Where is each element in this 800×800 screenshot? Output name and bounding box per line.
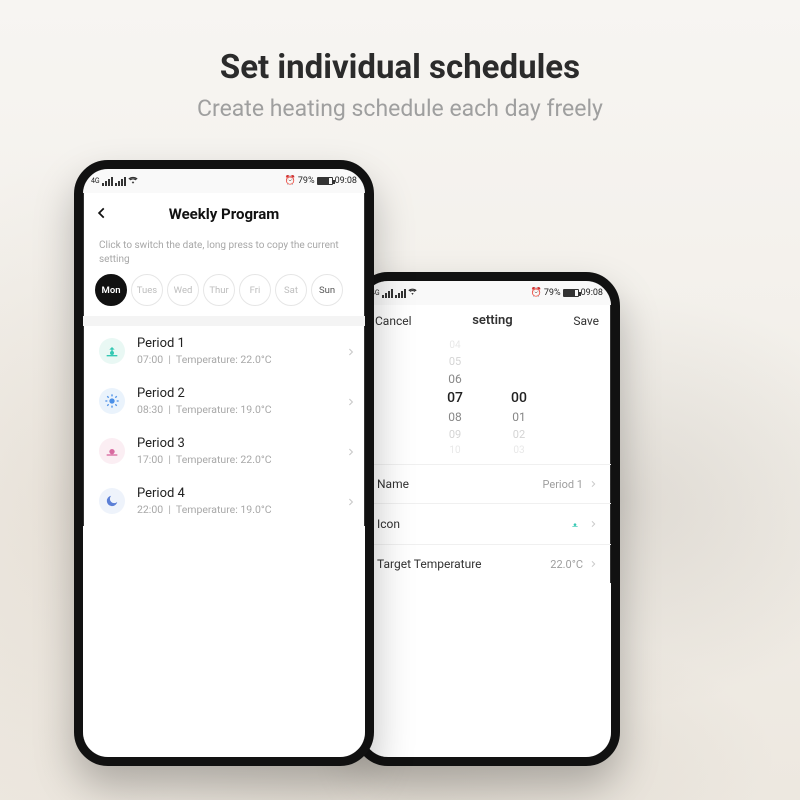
phone-period-setting: 4G ⏰ 79% 09:08 Cancel setting Save 04 05… bbox=[354, 272, 620, 766]
sunset-icon bbox=[99, 438, 125, 464]
wifi-icon bbox=[408, 288, 417, 298]
wifi-icon bbox=[128, 176, 138, 187]
page-title: Weekly Program bbox=[169, 205, 280, 223]
row-value: Period 1 bbox=[543, 478, 584, 491]
signal-bars-icon bbox=[382, 289, 393, 298]
save-button[interactable]: Save bbox=[573, 314, 599, 328]
modal-title: setting bbox=[472, 313, 512, 328]
chevron-right-icon bbox=[589, 478, 597, 491]
section-gap bbox=[83, 316, 365, 326]
modal-header: Cancel setting Save bbox=[363, 305, 611, 336]
period-detail: 22:00 | Temperature: 19.0°C bbox=[137, 503, 272, 516]
alarm-icon: ⏰ bbox=[285, 176, 296, 186]
alarm-icon: ⏰ bbox=[531, 288, 542, 298]
row-target-temperature[interactable]: Target Temperature 22.0°C bbox=[363, 544, 611, 583]
period-name: Period 1 bbox=[137, 336, 272, 351]
row-value: 22.0°C bbox=[550, 558, 583, 571]
sunrise-icon bbox=[567, 516, 583, 532]
period-2-row[interactable]: Period 2 08:30 | Temperature: 19.0°C bbox=[83, 376, 365, 426]
day-tue[interactable]: Tues bbox=[131, 274, 163, 306]
period-detail: 07:00 | Temperature: 22.0°C bbox=[137, 353, 272, 366]
hour-column[interactable]: 04 05 06 07 08 09 10 bbox=[447, 340, 463, 456]
period-4-row[interactable]: Period 4 22:00 | Temperature: 19.0°C bbox=[83, 476, 365, 526]
marketing-subhead: Create heating schedule each day freely bbox=[0, 95, 800, 122]
period-name: Period 2 bbox=[137, 386, 272, 401]
time-picker[interactable]: 04 05 06 07 08 09 10 00 01 02 03 bbox=[363, 336, 611, 464]
period-name: Period 4 bbox=[137, 486, 272, 501]
chevron-right-icon bbox=[346, 392, 355, 411]
chevron-right-icon bbox=[589, 518, 597, 531]
moon-icon bbox=[99, 488, 125, 514]
signal-bars-icon bbox=[395, 289, 406, 298]
navbar: Weekly Program bbox=[83, 193, 365, 235]
hour-selected: 07 bbox=[447, 390, 463, 406]
chevron-right-icon bbox=[589, 558, 597, 571]
signal-bars-icon bbox=[102, 177, 113, 186]
minute-selected: 00 bbox=[511, 390, 527, 406]
period-detail: 17:00 | Temperature: 22.0°C bbox=[137, 453, 272, 466]
row-label: Icon bbox=[377, 517, 400, 531]
day-selector: Mon Tues Wed Thur Fri Sat Sun bbox=[83, 274, 365, 316]
period-1-row[interactable]: Period 1 07:00 | Temperature: 22.0°C bbox=[83, 326, 365, 376]
day-wed[interactable]: Wed bbox=[167, 274, 199, 306]
status-time: 09:08 bbox=[581, 288, 603, 298]
chevron-right-icon bbox=[346, 442, 355, 461]
minute-column[interactable]: 00 01 02 03 bbox=[511, 340, 527, 456]
sunrise-icon bbox=[99, 338, 125, 364]
day-sun[interactable]: Sun bbox=[311, 274, 343, 306]
row-name[interactable]: Name Period 1 bbox=[363, 464, 611, 503]
row-icon[interactable]: Icon bbox=[363, 503, 611, 544]
chevron-right-icon bbox=[346, 342, 355, 361]
period-3-row[interactable]: Period 3 17:00 | Temperature: 22.0°C bbox=[83, 426, 365, 476]
day-fri[interactable]: Fri bbox=[239, 274, 271, 306]
day-sat[interactable]: Sat bbox=[275, 274, 307, 306]
marketing-headline: Set individual schedules bbox=[0, 48, 800, 87]
back-button[interactable] bbox=[95, 205, 113, 223]
status-bar: 4G ⏰ 79% 09:08 bbox=[363, 281, 611, 305]
period-name: Period 3 bbox=[137, 436, 272, 451]
battery-pct: 79% bbox=[544, 288, 561, 298]
status-time: 09:08 bbox=[335, 176, 357, 186]
phone-weekly-program: 4G ⏰ 79% 09:08 Weekly Program Click to s… bbox=[74, 160, 374, 766]
status-bar: 4G ⏰ 79% 09:08 bbox=[83, 169, 365, 193]
period-detail: 08:30 | Temperature: 19.0°C bbox=[137, 403, 272, 416]
day-thu[interactable]: Thur bbox=[203, 274, 235, 306]
row-label: Name bbox=[377, 477, 409, 491]
sun-icon bbox=[99, 388, 125, 414]
chevron-right-icon bbox=[346, 492, 355, 511]
battery-pct: 79% bbox=[298, 176, 315, 186]
day-mon[interactable]: Mon bbox=[95, 274, 127, 306]
cancel-button[interactable]: Cancel bbox=[375, 314, 412, 328]
battery-icon bbox=[563, 289, 579, 297]
battery-icon bbox=[317, 177, 333, 185]
hint-text: Click to switch the date, long press to … bbox=[83, 235, 365, 274]
row-label: Target Temperature bbox=[377, 557, 482, 571]
signal-bars-icon bbox=[115, 177, 126, 186]
